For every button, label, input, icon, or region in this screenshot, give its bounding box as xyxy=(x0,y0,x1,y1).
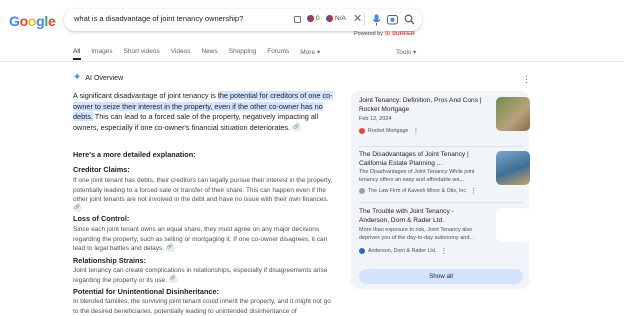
badge-count: 0 xyxy=(316,15,320,22)
logo-letter: o xyxy=(27,13,37,29)
surfer-icon: ⊞ xyxy=(385,31,391,37)
link-icon[interactable] xyxy=(165,243,175,252)
more-options-icon[interactable]: ⋮ xyxy=(522,74,531,85)
sources-panel: Joint Tenancy: Definition, Pros And Cons… xyxy=(351,91,530,289)
link-icon[interactable] xyxy=(292,122,302,133)
rocket-mortgage-favicon xyxy=(359,128,365,134)
section-title: Potential for Unintentional Disinheritan… xyxy=(73,287,219,296)
ai-overview-header: ✦ AI Overview xyxy=(73,73,123,83)
section-text: If one joint tenant has debts, their cre… xyxy=(73,176,338,214)
ai-overview-intro: A significant disadvantage of joint tena… xyxy=(73,91,335,133)
section-text: In blended families, the surviving joint… xyxy=(73,298,331,315)
source-site: Rocket Mortgage ⋮ xyxy=(359,127,419,135)
explanation-heading: Here's a more detailed explanation: xyxy=(73,150,196,159)
tab-news[interactable]: News xyxy=(201,48,217,56)
powered-by-label: Powered by xyxy=(354,30,384,37)
surfer-label: SURFER xyxy=(392,30,415,37)
active-tab-indicator xyxy=(73,58,81,60)
source-snippet: The Disadvantages of Joint Tenancy While… xyxy=(359,169,475,183)
source-card[interactable]: The Trouble with Joint Tenancy - Anderso… xyxy=(359,208,530,258)
source-date: Feb 12, 2024 xyxy=(359,116,392,122)
source-title[interactable]: The Trouble with Joint Tenancy - Anderso… xyxy=(359,208,483,225)
intro-text-end: This can lead to a forced sale of the pr… xyxy=(73,112,319,132)
ai-overview-label: AI Overview xyxy=(85,74,124,82)
tab-images[interactable]: Images xyxy=(91,48,112,56)
more-icon[interactable]: ⋮ xyxy=(412,127,419,135)
logo-letter: e xyxy=(47,13,56,29)
source-name: The Law Firm of Kavesh Minor & Otis, Inc xyxy=(368,188,467,194)
source-thumbnail[interactable] xyxy=(496,208,530,242)
source-thumbnail[interactable] xyxy=(496,97,530,131)
badge-na: N/A xyxy=(335,15,346,22)
tab-shopping[interactable]: Shopping xyxy=(229,48,256,56)
more-icon[interactable]: ⋮ xyxy=(470,187,477,195)
section-title: Relationship Strains: xyxy=(73,256,146,265)
section-title: Creditor Claims: xyxy=(73,165,130,174)
card-divider xyxy=(359,146,523,147)
search-input[interactable]: what is a disadvantage of joint tenancy … xyxy=(74,14,243,23)
flag-icon xyxy=(326,15,333,22)
source-title[interactable]: Joint Tenancy: Definition, Pros And Cons… xyxy=(359,97,483,114)
lens-icon[interactable] xyxy=(387,14,398,25)
source-thumbnail[interactable] xyxy=(496,151,530,185)
source-name: Anderson, Dorn & Rader Ltd. xyxy=(368,248,437,254)
search-box[interactable]: what is a disadvantage of joint tenancy … xyxy=(64,9,422,31)
tab-short-videos[interactable]: Short videos xyxy=(124,48,160,56)
section-title: Loss of Control: xyxy=(73,214,130,223)
section-text-content: If one joint tenant has debts, their cre… xyxy=(73,177,333,203)
source-site: The Law Firm of Kavesh Minor & Otis, Inc… xyxy=(359,187,477,195)
powered-by-surfer[interactable]: Powered by ⊞ SURFER xyxy=(354,30,415,38)
tab-all[interactable]: All xyxy=(73,48,80,56)
logo-letter: o xyxy=(19,13,29,29)
section-text: Since each joint tenant owns an equal sh… xyxy=(73,225,338,254)
extension-badge[interactable]: 0 xyxy=(307,15,320,22)
tab-forums[interactable]: Forums xyxy=(267,48,289,56)
more-icon[interactable]: ⋮ xyxy=(440,247,447,255)
card-divider xyxy=(359,202,523,203)
extension-na-badge[interactable]: N/A xyxy=(326,15,346,22)
search-tabs: All Images Short videos Videos News Shop… xyxy=(73,48,331,56)
divider xyxy=(364,14,365,26)
anderson-favicon xyxy=(359,248,365,254)
show-all-button[interactable]: Show all xyxy=(359,269,523,284)
clear-icon[interactable]: ✕ xyxy=(353,12,362,25)
header-divider xyxy=(0,61,624,62)
mic-icon[interactable] xyxy=(372,14,381,26)
source-snippet: More than exposure to risk, Joint Tenanc… xyxy=(359,227,474,241)
flag-icon xyxy=(307,15,314,22)
law-firm-favicon xyxy=(359,188,365,194)
section-text-content: Since each joint tenant owns an equal sh… xyxy=(73,226,328,252)
source-name: Rocket Mortgage xyxy=(368,128,409,134)
sparkle-icon: ✦ xyxy=(73,72,82,83)
source-card[interactable]: Joint Tenancy: Definition, Pros And Cons… xyxy=(359,97,530,141)
tools-button[interactable]: Tools ▾ xyxy=(396,48,416,56)
logo-letter: G xyxy=(9,13,20,29)
tab-more[interactable]: More ▾ xyxy=(300,48,320,56)
section-text-content: Joint tenancy can create complications i… xyxy=(73,267,328,284)
tab-videos[interactable]: Videos xyxy=(171,48,191,56)
source-card[interactable]: The Disadvantages of Joint Tenancy | Cal… xyxy=(359,151,530,199)
google-logo[interactable]: Google xyxy=(9,13,56,29)
section-text: Joint tenancy can create complications i… xyxy=(73,266,338,285)
link-icon[interactable] xyxy=(168,274,178,284)
source-site: Anderson, Dorn & Rader Ltd. ⋮ xyxy=(359,247,447,255)
link-icon[interactable] xyxy=(73,203,82,213)
source-title[interactable]: The Disadvantages of Joint Tenancy | Cal… xyxy=(359,151,483,168)
intro-text: A significant disadvantage of joint tena… xyxy=(73,91,218,100)
search-icon[interactable] xyxy=(404,14,415,25)
checkbox[interactable] xyxy=(294,16,301,23)
